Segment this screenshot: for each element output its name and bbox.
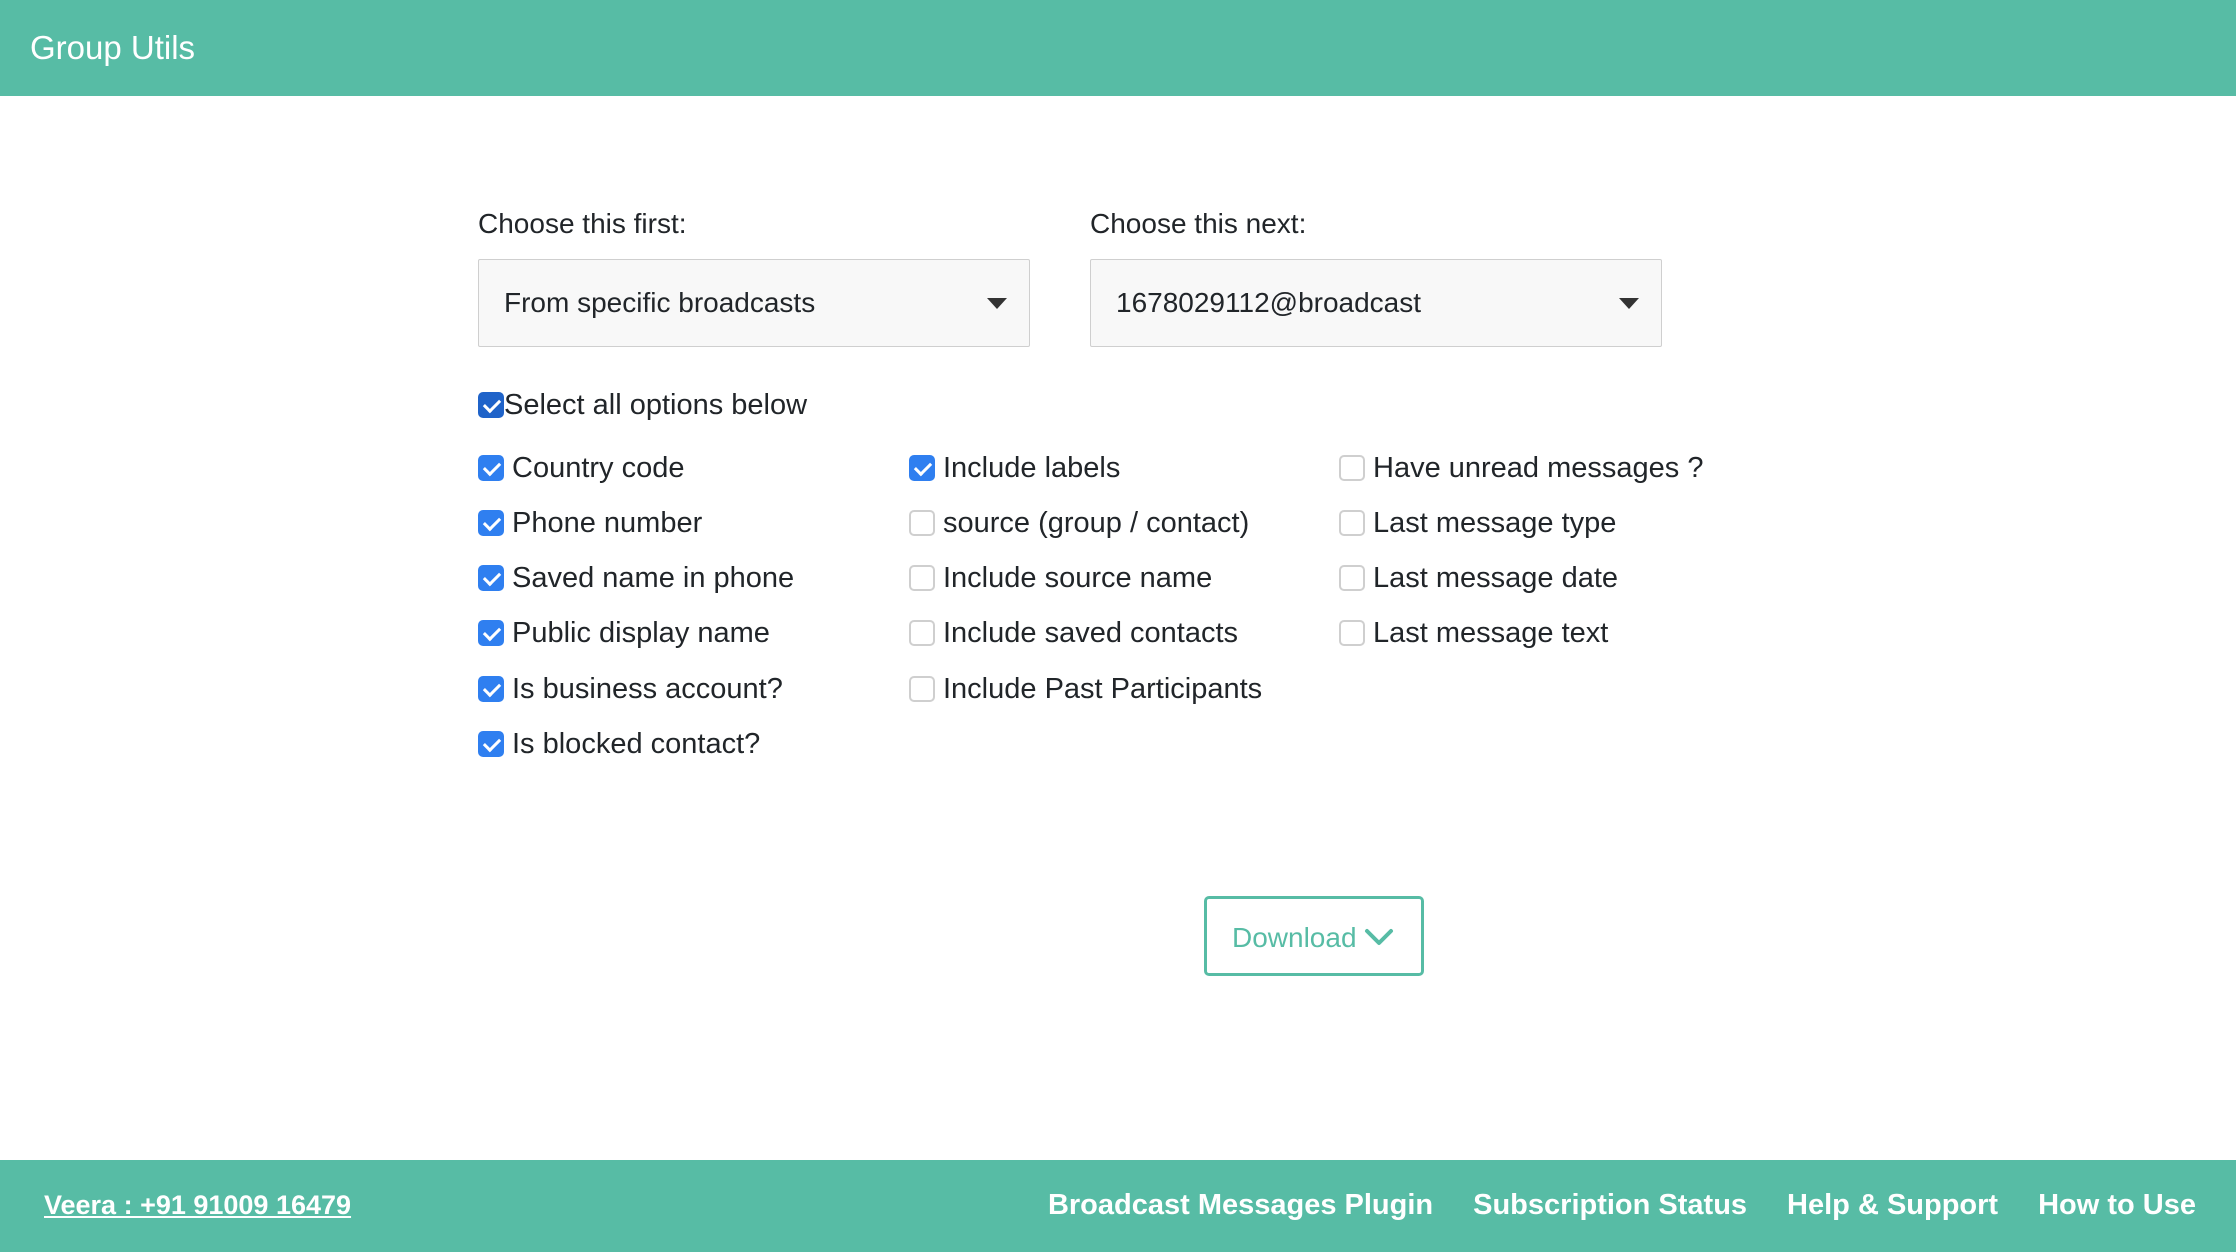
option-checkbox[interactable] — [478, 620, 504, 646]
caret-down-icon — [987, 298, 1007, 309]
next-select-label: Choose this next: — [1090, 208, 1307, 239]
option-checkbox[interactable] — [478, 510, 504, 536]
option-checkbox[interactable] — [478, 731, 504, 757]
option-label: Last message type — [1373, 507, 1617, 539]
option-label: Have unread messages ? — [1373, 452, 1704, 484]
footer-link-subscription-status[interactable]: Subscription Status — [1473, 1188, 1747, 1222]
app-header: Group Utils — [0, 0, 2236, 96]
download-label: Download — [1232, 922, 1357, 953]
option-checkbox[interactable] — [909, 620, 935, 646]
option-checkbox[interactable] — [1339, 565, 1365, 591]
option-label: Country code — [512, 452, 685, 484]
option-checkbox[interactable] — [909, 455, 935, 481]
select-all-checkbox[interactable] — [478, 392, 504, 418]
footer-nav: Broadcast Messages Plugin Subscription S… — [1048, 1188, 2196, 1222]
option-label: Phone number — [512, 507, 703, 539]
caret-down-icon — [1619, 298, 1639, 309]
option-checkbox[interactable] — [478, 676, 504, 702]
chevron-down-icon — [1365, 929, 1393, 945]
option-checkbox[interactable] — [909, 565, 935, 591]
select-all-label: Select all options below — [504, 389, 808, 421]
option-checkbox[interactable] — [909, 676, 935, 702]
next-select[interactable]: 1678029112@broadcast — [1090, 259, 1662, 347]
option-label: Is blocked contact? — [512, 728, 761, 760]
option-label: Include source name — [943, 562, 1213, 594]
option-checkbox[interactable] — [478, 565, 504, 591]
option-checkbox[interactable] — [478, 455, 504, 481]
option-checkbox[interactable] — [909, 510, 935, 536]
first-select-label: Choose this first: — [478, 208, 687, 239]
first-select[interactable]: From specific broadcasts — [478, 259, 1030, 347]
option-label: Last message text — [1373, 617, 1609, 649]
option-label: source (group / contact) — [943, 507, 1250, 539]
app-title: Group Utils — [30, 29, 196, 66]
option-label: Public display name — [512, 617, 770, 649]
download-button[interactable]: Download — [1204, 896, 1424, 976]
footer-link-how-to-use[interactable]: How to Use — [2038, 1188, 2196, 1222]
option-label: Include labels — [943, 452, 1121, 484]
option-label: Include Past Participants — [943, 673, 1263, 705]
option-label: Is business account? — [512, 673, 783, 705]
footer-link-help-support[interactable]: Help & Support — [1787, 1188, 1998, 1222]
option-checkbox[interactable] — [1339, 620, 1365, 646]
option-label: Last message date — [1373, 562, 1619, 594]
footer-link-broadcast-plugin[interactable]: Broadcast Messages Plugin — [1048, 1188, 1433, 1222]
app-footer: Veera : +91 91009 16479 Broadcast Messag… — [0, 1160, 2236, 1252]
option-checkbox[interactable] — [1339, 455, 1365, 481]
option-label: Saved name in phone — [512, 562, 795, 594]
first-select-value: From specific broadcasts — [504, 287, 816, 318]
next-select-value: 1678029112@broadcast — [1116, 287, 1422, 318]
option-checkbox[interactable] — [1339, 510, 1365, 536]
footer-contact-link[interactable]: Veera : +91 91009 16479 — [44, 1188, 351, 1222]
option-label: Include saved contacts — [943, 617, 1239, 649]
